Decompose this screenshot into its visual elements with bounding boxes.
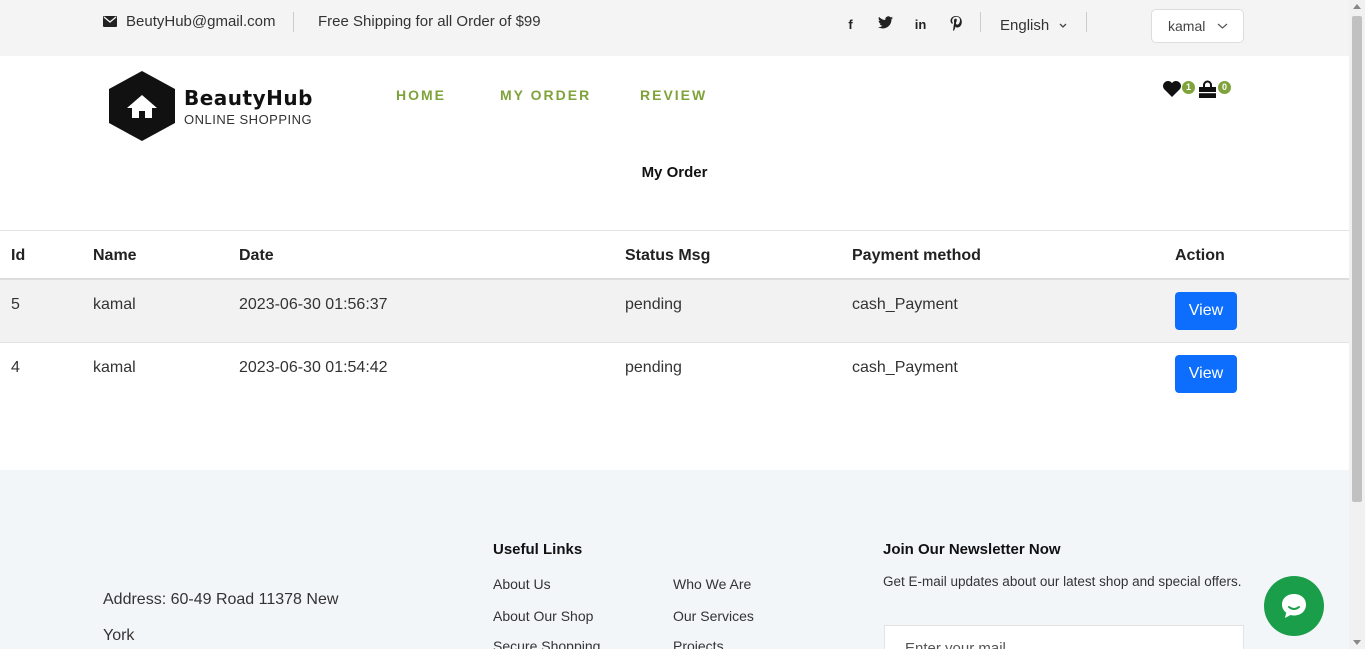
cart-button[interactable]: 0 bbox=[1198, 80, 1231, 100]
column-header-id: Id bbox=[11, 247, 26, 264]
order-payment: cash_Payment bbox=[852, 296, 958, 313]
scroll-down-icon[interactable] bbox=[1353, 640, 1361, 645]
table-row: 4 kamal 2023-06-30 01:54:42 pending cash… bbox=[0, 343, 1349, 406]
language-label: English bbox=[1000, 17, 1050, 34]
scrollbar-thumb[interactable] bbox=[1352, 16, 1362, 502]
column-header-payment: Payment method bbox=[852, 247, 981, 264]
brand-name: BeautyHub bbox=[184, 85, 313, 110]
order-status: pending bbox=[625, 359, 682, 376]
linkedin-icon[interactable]: in bbox=[912, 16, 929, 33]
column-header-name: Name bbox=[93, 247, 137, 264]
view-order-button[interactable]: View bbox=[1175, 292, 1237, 330]
wishlist-button[interactable]: 1 bbox=[1162, 80, 1195, 100]
useful-links-heading: Useful Links bbox=[493, 541, 583, 558]
shopping-bag-icon bbox=[1199, 80, 1216, 98]
wishlist-count-badge: 1 bbox=[1182, 81, 1195, 94]
footer-link-secure-shopping[interactable]: Secure Shopping bbox=[493, 638, 600, 649]
user-dropdown[interactable]: kamal bbox=[1151, 9, 1244, 43]
footer-address: Address: 60-49 Road 11378 New York bbox=[103, 591, 339, 644]
shipping-notice: Free Shipping for all Order of $99 bbox=[318, 13, 541, 30]
divider bbox=[293, 12, 294, 32]
newsletter-heading: Join Our Newsletter Now bbox=[883, 541, 1061, 558]
envelope-icon bbox=[103, 16, 117, 27]
table-header: Id Name Date Status Msg Payment method A… bbox=[0, 230, 1349, 280]
user-name: kamal bbox=[1168, 18, 1206, 34]
order-date: 2023-06-30 01:54:42 bbox=[239, 359, 388, 376]
column-header-date: Date bbox=[239, 247, 274, 264]
table-row: 5 kamal 2023-06-30 01:56:37 pending cash… bbox=[0, 280, 1349, 343]
divider bbox=[1086, 12, 1087, 32]
email-text: BeutyHub@gmail.com bbox=[126, 13, 276, 30]
chevron-down-icon bbox=[1217, 23, 1228, 29]
cart-count-badge: 0 bbox=[1218, 81, 1231, 94]
newsletter-email-input[interactable]: Enter your mail bbox=[884, 625, 1244, 649]
view-order-button[interactable]: View bbox=[1175, 355, 1237, 393]
page-scrollbar[interactable] bbox=[1349, 0, 1365, 649]
orders-table: Id Name Date Status Msg Payment method A… bbox=[0, 230, 1349, 406]
header-icons: 1 0 bbox=[1162, 80, 1231, 100]
pinterest-icon[interactable] bbox=[947, 16, 964, 33]
language-select[interactable]: English bbox=[1000, 17, 1067, 34]
order-status: pending bbox=[625, 296, 682, 313]
newsletter-text: Get E-mail updates about our latest shop… bbox=[883, 574, 1242, 589]
nav-my-order[interactable]: MY ORDER bbox=[500, 87, 591, 103]
footer-link-projects[interactable]: Projects bbox=[673, 638, 724, 649]
nav-home[interactable]: HOME bbox=[396, 87, 446, 103]
order-id: 4 bbox=[11, 359, 20, 376]
heart-icon bbox=[1163, 81, 1181, 97]
email-contact[interactable]: BeutyHub@gmail.com bbox=[103, 13, 275, 30]
social-links: f in bbox=[842, 16, 964, 33]
divider bbox=[980, 12, 981, 32]
top-bar: BeutyHub@gmail.com Free Shipping for all… bbox=[0, 0, 1349, 56]
order-name: kamal bbox=[93, 359, 136, 376]
chat-bubble-icon bbox=[1282, 594, 1306, 618]
order-payment: cash_Payment bbox=[852, 359, 958, 376]
order-name: kamal bbox=[93, 296, 136, 313]
chat-button[interactable] bbox=[1264, 576, 1324, 636]
chevron-down-icon bbox=[1059, 23, 1067, 28]
footer-link-about-shop[interactable]: About Our Shop bbox=[493, 608, 593, 624]
scroll-up-icon[interactable] bbox=[1353, 4, 1361, 9]
footer-link-about-us[interactable]: About Us bbox=[493, 576, 551, 592]
twitter-icon[interactable] bbox=[877, 16, 894, 33]
order-date: 2023-06-30 01:56:37 bbox=[239, 296, 388, 313]
footer-link-who-we-are[interactable]: Who We Are bbox=[673, 576, 751, 592]
facebook-icon[interactable]: f bbox=[842, 16, 859, 33]
home-hexagon-logo-icon bbox=[109, 71, 175, 141]
page-title: My Order bbox=[641, 164, 708, 181]
order-id: 5 bbox=[11, 296, 20, 313]
column-header-action: Action bbox=[1175, 247, 1225, 264]
nav-review[interactable]: REVIEW bbox=[640, 87, 707, 103]
footer-link-our-services[interactable]: Our Services bbox=[673, 608, 754, 624]
brand-logo[interactable]: BeautyHub ONLINE SHOPPING bbox=[108, 71, 313, 141]
brand-tagline: ONLINE SHOPPING bbox=[184, 111, 313, 127]
column-header-status: Status Msg bbox=[625, 247, 711, 264]
footer: Address: 60-49 Road 11378 New York Usefu… bbox=[0, 470, 1349, 649]
